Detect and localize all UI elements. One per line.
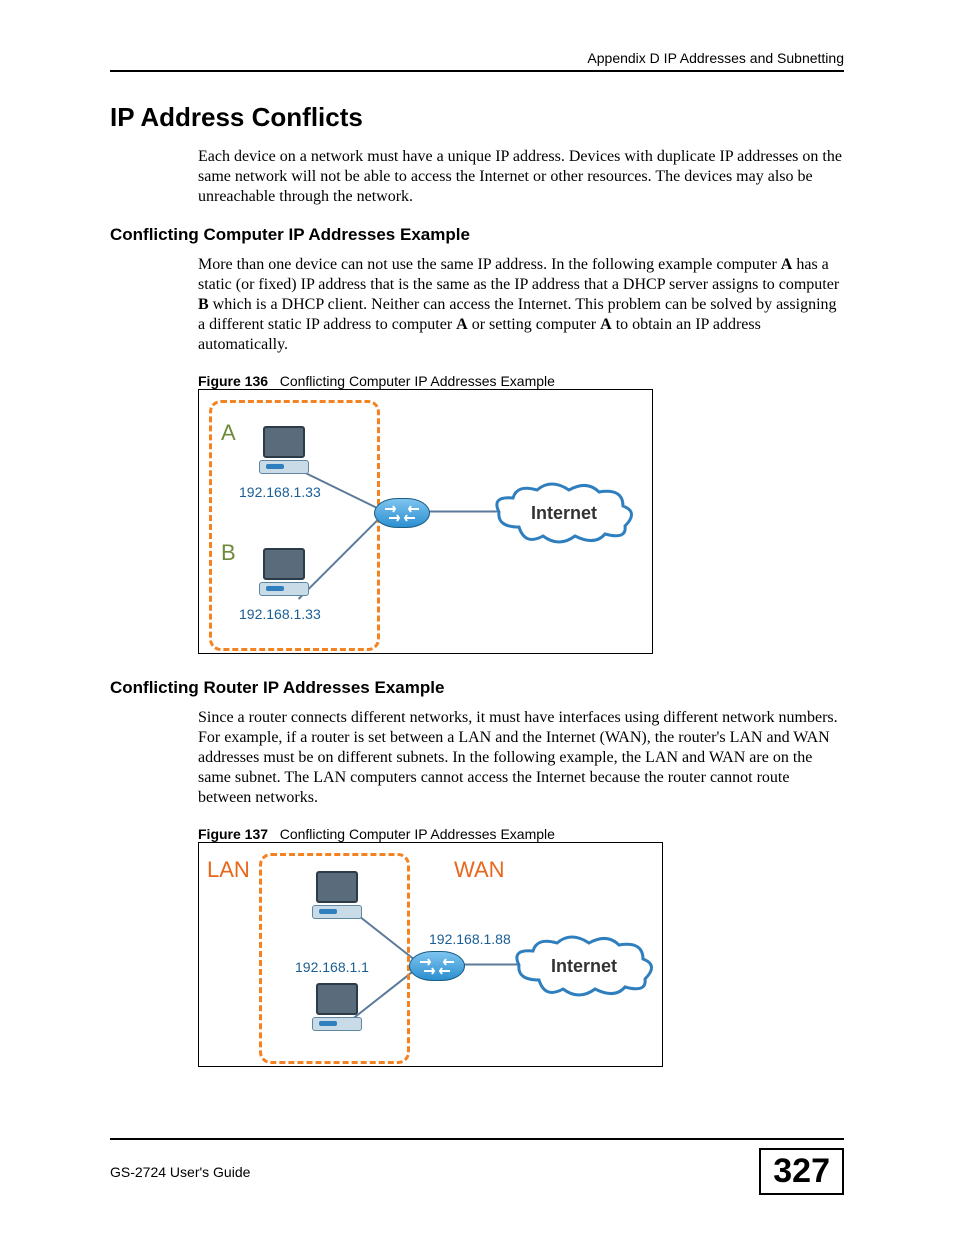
- intro-paragraph: Each device on a network must have a uni…: [110, 147, 844, 207]
- internet-cloud-icon: Internet: [509, 935, 659, 997]
- figure-number: Figure 136: [198, 373, 268, 389]
- figure-136: A 192.168.1.33 B 192.168.1.33 Internet: [198, 389, 653, 654]
- bold-a: A: [781, 256, 793, 273]
- section-title: IP Address Conflicts: [110, 102, 844, 133]
- subheading-computer-conflict: Conflicting Computer IP Addresses Exampl…: [110, 225, 844, 245]
- router-icon: [409, 951, 465, 981]
- computer-icon: [307, 983, 367, 1035]
- cloud-label: Internet: [509, 935, 659, 997]
- ip-address-b: 192.168.1.33: [239, 606, 321, 622]
- bold-a: A: [600, 316, 612, 333]
- computer-conflict-paragraph: More than one device can not use the sam…: [110, 255, 844, 355]
- router-conflict-paragraph: Since a router connects different networ…: [110, 708, 844, 808]
- text-run: or setting computer: [468, 316, 600, 333]
- page-number: 327: [759, 1148, 844, 1195]
- text-run: More than one device can not use the sam…: [198, 256, 781, 273]
- lan-ip-label: 192.168.1.1: [295, 959, 369, 975]
- bold-b: B: [198, 296, 209, 313]
- header-text: Appendix D IP Addresses and Subnetting: [587, 50, 844, 66]
- router-icon: [374, 498, 430, 528]
- wan-ip-label: 192.168.1.88: [429, 931, 511, 947]
- figure-number: Figure 137: [198, 826, 268, 842]
- footer-guide-name: GS-2724 User's Guide: [110, 1164, 250, 1180]
- computer-b-label: B: [221, 540, 236, 566]
- page-footer: GS-2724 User's Guide 327: [110, 1138, 844, 1195]
- figure-137: LAN WAN 192.168.1.1 192.168.1.88 Interne…: [198, 842, 663, 1067]
- figure-137-caption: Figure 137 Conflicting Computer IP Addre…: [198, 826, 844, 842]
- bold-a: A: [456, 316, 468, 333]
- internet-cloud-icon: Internet: [489, 482, 639, 544]
- figure-title: Conflicting Computer IP Addresses Exampl…: [280, 826, 555, 842]
- figure-title: Conflicting Computer IP Addresses Exampl…: [280, 373, 555, 389]
- cloud-label: Internet: [489, 482, 639, 544]
- computer-icon: [307, 871, 367, 923]
- page-header: Appendix D IP Addresses and Subnetting: [110, 50, 844, 72]
- subheading-router-conflict: Conflicting Router IP Addresses Example: [110, 678, 844, 698]
- figure-136-caption: Figure 136 Conflicting Computer IP Addre…: [198, 373, 844, 389]
- computer-icon: [254, 548, 314, 600]
- computer-icon: [254, 426, 314, 478]
- ip-address-a: 192.168.1.33: [239, 484, 321, 500]
- wan-label: WAN: [454, 857, 505, 883]
- lan-label: LAN: [207, 857, 250, 883]
- computer-a-label: A: [221, 420, 236, 446]
